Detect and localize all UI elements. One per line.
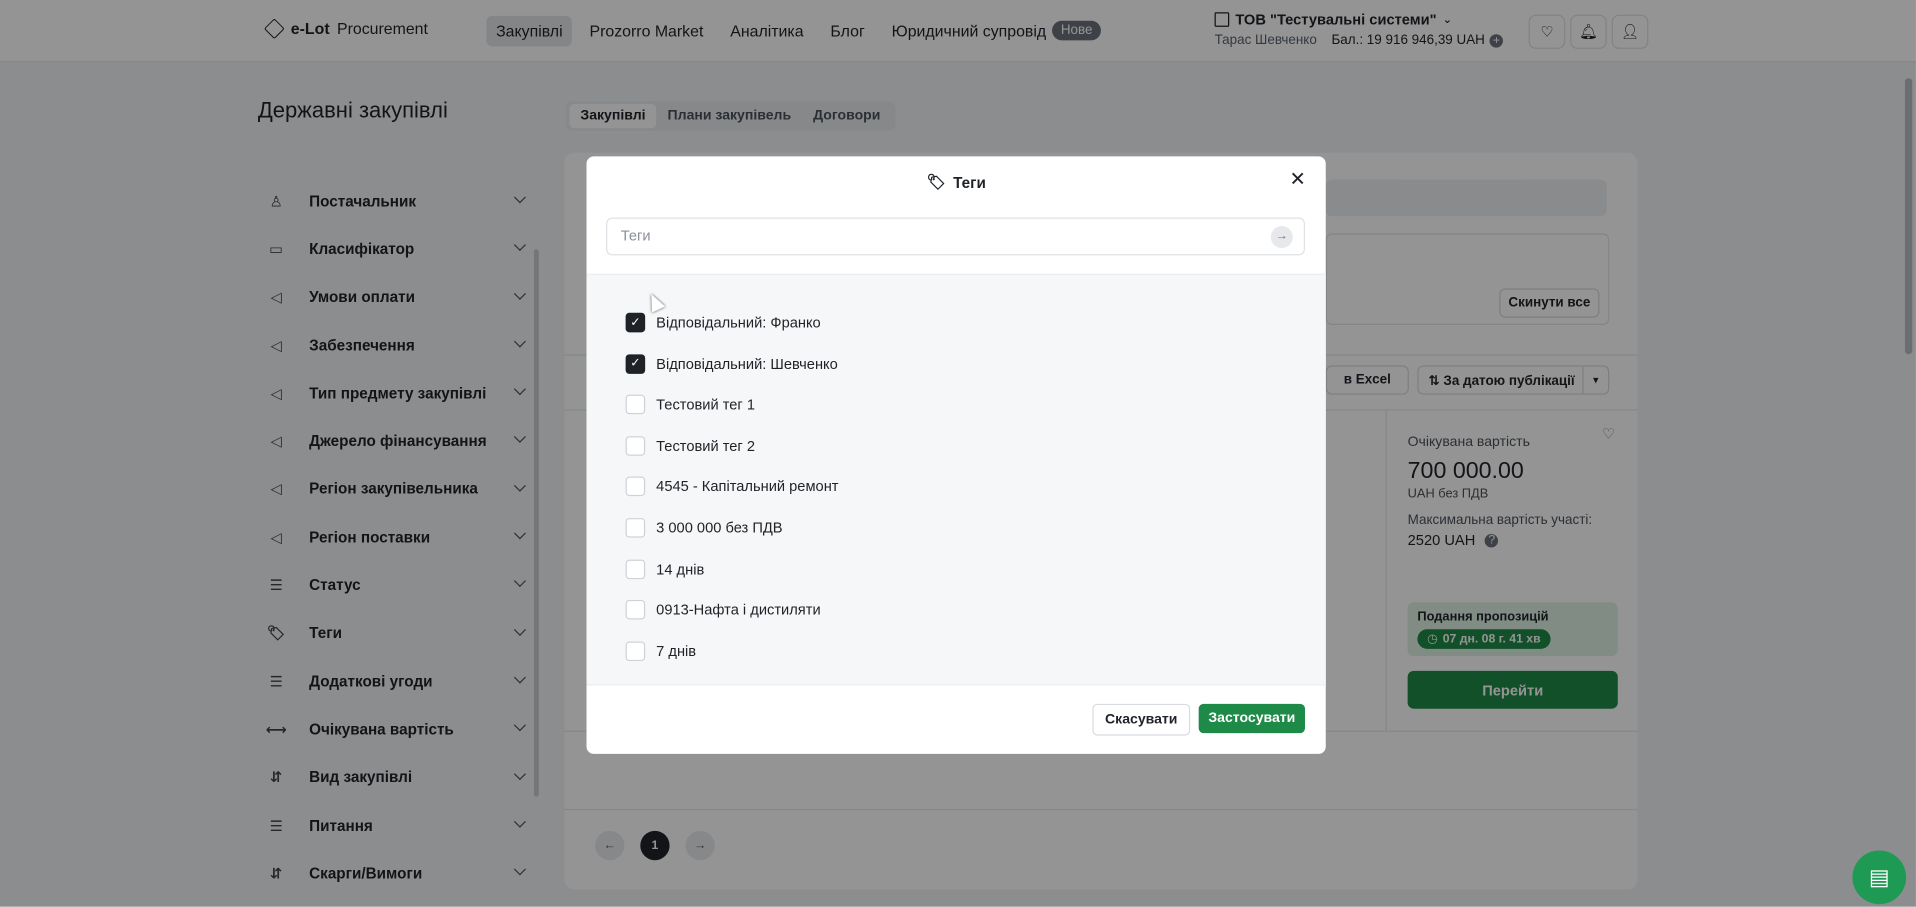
chat-icon: ▤ [1868, 864, 1890, 889]
tag-checkbox[interactable] [625, 641, 646, 661]
tag-checkbox[interactable] [625, 435, 646, 456]
tag-option[interactable]: 4545 - Капітальний ремонт [625, 476, 839, 498]
tag-label: 7 днів [656, 642, 697, 660]
tag-option[interactable]: Тестовий тег 2 [625, 435, 756, 457]
tag-option[interactable]: Тестовий тег 1 [625, 394, 756, 416]
tag-checkbox[interactable] [625, 477, 646, 497]
tag-option[interactable]: 3 000 000 без ПДВ [625, 517, 783, 539]
tags-search-input[interactable] [607, 218, 1270, 252]
tag-label: Відповідальний: Франко [656, 314, 821, 332]
tag-option[interactable]: 7 днів [625, 640, 697, 662]
tag-label: 4545 - Капітальний ремонт [656, 478, 839, 496]
modal-title: Теги [953, 174, 986, 192]
tag-checkbox[interactable] [625, 559, 646, 579]
tags-icon: 🏷︎ [926, 173, 946, 191]
tag-option[interactable]: ✓ Відповідальний: Франко [625, 312, 821, 334]
cancel-button[interactable]: Скасувати [1092, 703, 1191, 736]
tags-modal: 🏷︎ Теги ✕ → ✓ Відповідальний: Франко ✓ Відп… [586, 156, 1326, 754]
tag-checkbox[interactable] [625, 394, 646, 415]
tags-list: ✓ Відповідальний: Франко ✓ Відповідальний: … [586, 273, 1326, 686]
tag-label: Тестовий тег 2 [656, 437, 756, 455]
modal-header: 🏷︎ Теги [587, 174, 1326, 192]
tag-option[interactable]: 14 днів [625, 558, 705, 580]
tag-checkbox[interactable] [625, 518, 646, 538]
tag-checkbox[interactable]: ✓ [625, 353, 646, 374]
arrow-right-icon[interactable]: → [1270, 226, 1293, 249]
tag-label: Тестовий тег 1 [656, 396, 756, 414]
tag-label: 14 днів [656, 560, 705, 578]
tag-option[interactable]: 0913-Нафта і дистиляти [625, 599, 821, 621]
tag-label: 0913-Нафта і дистиляти [656, 601, 821, 619]
tag-checkbox[interactable] [625, 600, 646, 620]
tag-label: 3 000 000 без ПДВ [656, 519, 783, 537]
tag-option[interactable]: ✓ Відповідальний: Шевченко [625, 353, 838, 375]
tag-checkbox[interactable]: ✓ [625, 312, 646, 333]
tag-label: Відповідальний: Шевченко [656, 355, 838, 373]
close-icon[interactable]: ✕ [1287, 170, 1309, 192]
apply-button[interactable]: Застосувати [1198, 703, 1305, 734]
tags-search: → [606, 217, 1305, 256]
chat-button[interactable]: ▤ [1852, 850, 1907, 905]
